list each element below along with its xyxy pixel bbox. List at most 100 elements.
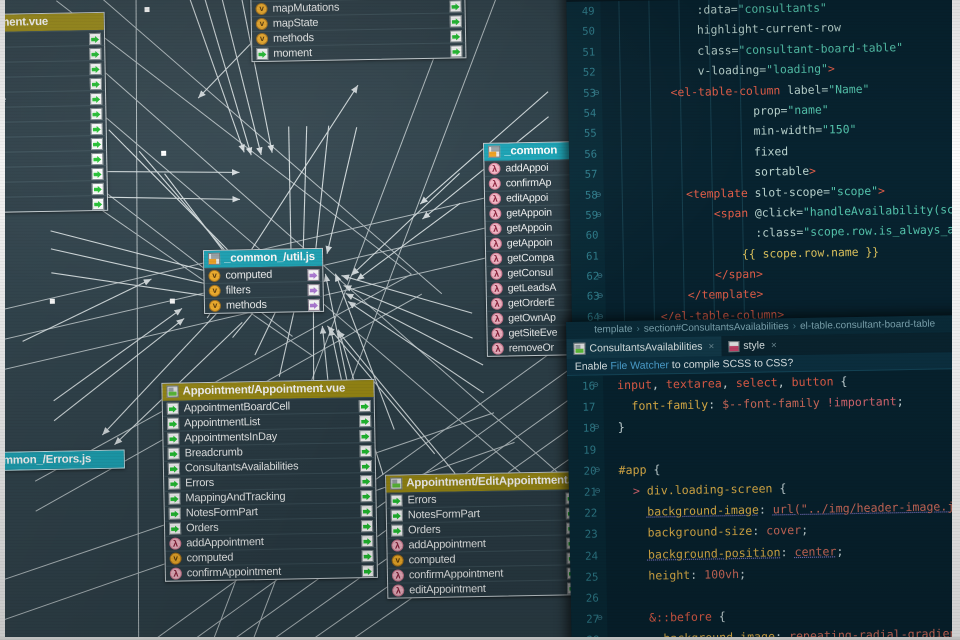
line-number: 16 <box>581 379 596 393</box>
node-row[interactable]: λ confirmAp <box>484 174 579 191</box>
selection-handle[interactable] <box>161 150 167 156</box>
import-icon <box>359 460 373 473</box>
node-row[interactable]: λ getConsul <box>486 264 581 281</box>
lambda-icon: λ <box>490 267 503 280</box>
import-icon <box>166 402 179 415</box>
code-token: "consultants" <box>737 0 827 17</box>
code-token: slot-scope= <box>754 183 831 200</box>
node-row[interactable]: λ editAppoi <box>484 189 580 206</box>
node-row[interactable] <box>0 194 108 214</box>
code-token: 100vh <box>704 566 740 582</box>
line-number: 57 <box>584 168 598 181</box>
line-number: 50 <box>582 25 596 39</box>
node-row[interactable]: λ confirmAppointment <box>165 561 377 581</box>
node-row[interactable]: λ getLeadsA <box>486 279 581 296</box>
fold-toggle-icon[interactable]: ⊖ <box>597 266 603 286</box>
breadcrumb-item[interactable]: el-table.consultant-board-table <box>800 319 935 332</box>
editor-tab[interactable]: ConsultantsAvailabilities × <box>566 336 722 359</box>
node-row-label: getAppoin <box>506 221 553 235</box>
breadcrumb-item[interactable]: section#ConsultantsAvailabilities <box>644 321 789 335</box>
node-title-label: Appointment/Appointment.vue <box>182 382 346 398</box>
node-row-label <box>0 68 102 71</box>
import-icon <box>91 167 104 181</box>
node-title-label: _common <box>504 144 558 158</box>
code-token: "scope.row.is_always_available ? 'always… <box>803 221 960 240</box>
lambda-icon: λ <box>489 222 502 235</box>
node-row[interactable]: λ getAppoin <box>485 234 580 251</box>
export-icon <box>307 283 320 297</box>
import-icon <box>361 549 374 563</box>
node-row-label: getLeadsA <box>507 281 557 295</box>
diagram-node-common-errors-js[interactable]: common_/Errors.js <box>0 449 125 472</box>
lambda-icon: λ <box>488 177 501 190</box>
diagram-node-add-appointment-vue[interactable]: ent/AddAppointment.vue ntment itmentStat… <box>0 11 109 215</box>
dependency-diagram-pane[interactable]: ent/AddAppointment.vue ntment itmentStat… <box>0 0 659 640</box>
import-icon <box>90 107 103 121</box>
close-icon[interactable]: × <box>771 340 777 351</box>
node-row[interactable]: λ getAppoin <box>485 204 580 221</box>
node-row[interactable]: λ getCompa <box>486 249 581 266</box>
code-token: > <box>632 483 647 498</box>
breadcrumb-item[interactable]: template <box>594 324 633 336</box>
diagram-node-appointments-store[interactable]: λgetAppointmentsList λgetCompanyAppointm… <box>249 0 467 63</box>
import-icon <box>167 462 181 475</box>
fold-toggle-icon[interactable]: ⊖ <box>597 608 603 629</box>
notice-suffix: to compile SCSS to CSS? <box>668 357 794 372</box>
code-token: class= <box>697 42 739 58</box>
notice-prefix: Enable <box>574 360 611 373</box>
close-icon[interactable]: × <box>708 341 714 352</box>
lambda-icon: λ <box>169 537 182 550</box>
v-icon: v <box>255 17 268 31</box>
fold-toggle-icon[interactable]: ⊖ <box>596 205 602 225</box>
code-editor-style[interactable]: template › section#ConsultantsAvailabiliti… <box>566 314 960 640</box>
code-token: min-width= <box>753 122 823 139</box>
fold-toggle-icon[interactable]: ⊖ <box>594 418 600 439</box>
fold-toggle-icon[interactable]: ⊖ <box>596 185 602 205</box>
selection-handle[interactable] <box>49 298 55 304</box>
import-icon <box>391 524 404 537</box>
editor-code-area[interactable]: 49 :data="consultants" 50 highlight-curre… <box>582 0 960 348</box>
monitor-bezel-left <box>0 0 5 640</box>
vue-file-icon <box>166 385 179 398</box>
code-token: background-image <box>647 502 760 519</box>
fold-toggle-icon[interactable]: ⊖ <box>594 83 600 103</box>
tab-label: style <box>743 339 766 352</box>
node-title-label: Appointment/EditAppointment.vue <box>406 474 590 490</box>
editor-tab[interactable]: style × <box>721 335 784 356</box>
node-row-label: getConsul <box>507 266 554 280</box>
diagram-node-edit-appointment-vue[interactable]: Appointment/EditAppointment.vue Errors N… <box>385 471 590 599</box>
node-row[interactable]: λ editAppointment <box>388 579 583 598</box>
node-row-label: getCompa <box>507 251 555 265</box>
code-editor-template[interactable]: 49 :data="consultants" 50 highlight-curre… <box>566 0 960 348</box>
diagram-node-common-util-js[interactable]: _common_/util.js v computed v filters v met… <box>202 247 325 315</box>
lambda-icon: λ <box>169 567 182 580</box>
node-row[interactable]: v methods <box>204 295 324 314</box>
v-icon: v <box>208 299 222 312</box>
import-icon <box>361 564 374 578</box>
fold-toggle-icon[interactable]: ⊖ <box>593 375 599 396</box>
node-row[interactable]: λ getOrderE <box>486 294 582 311</box>
lambda-icon: λ <box>490 297 504 310</box>
fold-toggle-icon[interactable]: ⊖ <box>595 481 601 502</box>
selection-handle[interactable] <box>144 7 150 13</box>
fold-toggle-icon[interactable]: ⊖ <box>597 287 603 307</box>
diagram-node-appointment-vue[interactable]: Appointment/Appointment.vue AppointmentB… <box>161 378 378 582</box>
import-icon <box>360 490 373 503</box>
node-row[interactable]: λ addAppoi <box>484 159 579 176</box>
node-row[interactable]: λ getAppoin <box>485 219 580 236</box>
import-icon <box>90 122 103 136</box>
node-row[interactable]: moment <box>252 42 466 62</box>
code-token: v-loading= <box>697 62 767 78</box>
lambda-icon: λ <box>488 162 501 175</box>
import-icon <box>168 477 181 490</box>
import-icon <box>358 400 371 413</box>
file-watcher-link[interactable]: File Watcher <box>610 359 669 372</box>
import-icon <box>449 30 463 43</box>
lambda-icon: λ <box>489 237 502 250</box>
line-number: 26 <box>585 591 599 605</box>
code-token: { <box>646 462 661 477</box>
fold-toggle-icon[interactable]: ⊖ <box>594 460 601 481</box>
editor-code-area[interactable]: 16 ⊖ input, textarea, select, button {17 … <box>571 369 960 640</box>
selection-handle[interactable] <box>169 298 175 304</box>
code-token: > <box>877 182 886 198</box>
